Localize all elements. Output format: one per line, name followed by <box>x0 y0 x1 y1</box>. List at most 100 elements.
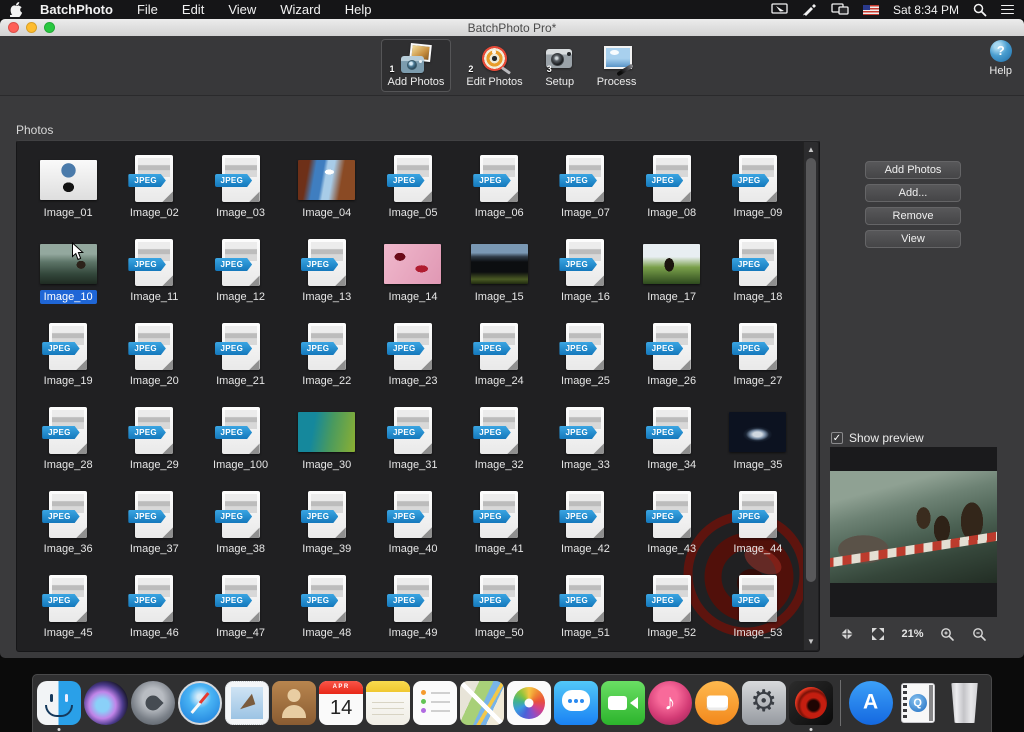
grid-item[interactable]: JPEGImage_41 <box>456 481 542 565</box>
zoom-out-icon[interactable] <box>972 627 987 642</box>
grid-item[interactable]: JPEGImage_18 <box>715 229 801 313</box>
grid-item[interactable]: JPEGImage_12 <box>197 229 283 313</box>
dock-item-quicktime-document[interactable] <box>895 677 940 729</box>
grid-item[interactable]: JPEGImage_27 <box>715 313 801 397</box>
grid-item[interactable]: JPEGImage_20 <box>111 313 197 397</box>
notification-center-icon[interactable] <box>1001 5 1014 15</box>
grid-item[interactable]: JPEGImage_39 <box>284 481 370 565</box>
menu-item-batchphoto[interactable]: BatchPhoto <box>40 2 113 17</box>
menu-item-wizard[interactable]: Wizard <box>280 2 320 17</box>
show-preview-checkbox[interactable]: ✓ <box>831 432 843 444</box>
us-flag-icon[interactable] <box>863 5 879 15</box>
grid-item[interactable]: Image_15 <box>456 229 542 313</box>
grid-item[interactable]: JPEGImage_42 <box>542 481 628 565</box>
grid-item[interactable]: JPEGImage_16 <box>542 229 628 313</box>
grid-item[interactable]: JPEGImage_50 <box>456 565 542 649</box>
vertical-scrollbar[interactable]: ▲ ▼ <box>803 142 818 650</box>
airplay-display-icon[interactable] <box>771 3 788 16</box>
grid-item[interactable]: JPEGImage_34 <box>629 397 715 481</box>
grid-item[interactable]: JPEGImage_40 <box>370 481 456 565</box>
menu-bar-clock[interactable]: Sat 8:34 PM <box>893 3 959 17</box>
grid-item[interactable]: JPEGImage_02 <box>111 145 197 229</box>
grid-item[interactable]: JPEGImage_46 <box>111 565 197 649</box>
grid-item[interactable]: JPEGImage_37 <box>111 481 197 565</box>
toolbar-edit-photos-button[interactable]: 2Edit Photos <box>459 39 529 92</box>
grid-item[interactable]: JPEGImage_52 <box>629 565 715 649</box>
dock-item-safari[interactable] <box>178 677 223 729</box>
add-photos-button[interactable]: Add Photos <box>865 161 961 179</box>
grid-item[interactable]: JPEGImage_08 <box>629 145 715 229</box>
grid-item[interactable]: Image_14 <box>370 229 456 313</box>
dock-item-mail[interactable] <box>225 677 270 729</box>
grid-item[interactable]: JPEGImage_13 <box>284 229 370 313</box>
dock-item-facetime[interactable] <box>600 677 645 729</box>
view-button[interactable]: View <box>865 230 961 248</box>
grid-item[interactable]: JPEGImage_29 <box>111 397 197 481</box>
title-bar[interactable]: BatchPhoto Pro* <box>0 19 1024 36</box>
fit-to-window-icon[interactable] <box>840 627 854 641</box>
grid-item[interactable]: JPEGImage_31 <box>370 397 456 481</box>
grid-item[interactable]: JPEGImage_11 <box>111 229 197 313</box>
grid-item[interactable]: JPEGImage_23 <box>370 313 456 397</box>
menu-item-help[interactable]: Help <box>345 2 372 17</box>
menu-item-file[interactable]: File <box>137 2 158 17</box>
grid-item[interactable]: JPEGImage_51 <box>542 565 628 649</box>
grid-item[interactable]: JPEGImage_43 <box>629 481 715 565</box>
grid-item[interactable]: JPEGImage_05 <box>370 145 456 229</box>
grid-item[interactable]: JPEGImage_32 <box>456 397 542 481</box>
grid-item[interactable]: JPEGImage_09 <box>715 145 801 229</box>
dock-item-system-preferences[interactable] <box>741 677 786 729</box>
dock-item-siri[interactable] <box>84 677 129 729</box>
dock-item-itunes[interactable] <box>647 677 692 729</box>
zoom-in-icon[interactable] <box>940 627 955 642</box>
grid-item[interactable]: JPEGImage_22 <box>284 313 370 397</box>
grid-item[interactable]: JPEGImage_24 <box>456 313 542 397</box>
scroll-down-arrow[interactable]: ▼ <box>804 635 818 649</box>
grid-item[interactable]: JPEGImage_44 <box>715 481 801 565</box>
actual-size-icon[interactable] <box>871 627 885 641</box>
grid-item[interactable]: JPEGImage_48 <box>284 565 370 649</box>
menu-item-edit[interactable]: Edit <box>182 2 204 17</box>
grid-item[interactable]: JPEGImage_25 <box>542 313 628 397</box>
grid-item[interactable]: JPEGImage_100 <box>197 397 283 481</box>
remove-button[interactable]: Remove <box>865 207 961 225</box>
dock-item-messages[interactable] <box>553 677 598 729</box>
grid-item[interactable]: Image_01 <box>25 145 111 229</box>
dock-item-batchphoto[interactable] <box>788 677 833 729</box>
dock-item-maps[interactable] <box>460 677 505 729</box>
scrollbar-thumb[interactable] <box>806 158 816 582</box>
grid-item[interactable]: JPEGImage_03 <box>197 145 283 229</box>
grid-item[interactable]: Image_04 <box>284 145 370 229</box>
dock-item-reminders[interactable] <box>413 677 458 729</box>
apple-menu-icon[interactable] <box>10 3 24 17</box>
displays-icon[interactable] <box>831 3 849 16</box>
grid-item[interactable]: JPEGImage_38 <box>197 481 283 565</box>
grid-item[interactable]: Image_35 <box>715 397 801 481</box>
grid-item[interactable]: JPEGImage_21 <box>197 313 283 397</box>
menu-item-view[interactable]: View <box>228 2 256 17</box>
help-button[interactable]: ? Help <box>989 40 1012 77</box>
grid-item[interactable]: JPEGImage_47 <box>197 565 283 649</box>
dock-item-photos[interactable] <box>507 677 552 729</box>
dock-item-calendar[interactable]: APR14 <box>319 677 364 729</box>
dock-item-finder[interactable] <box>37 677 82 729</box>
dock-item-app-store[interactable] <box>848 677 893 729</box>
grid-item[interactable]: JPEGImage_06 <box>456 145 542 229</box>
grid-item[interactable]: JPEGImage_49 <box>370 565 456 649</box>
spotlight-search-icon[interactable] <box>973 3 987 17</box>
grid-item[interactable]: JPEGImage_33 <box>542 397 628 481</box>
grid-item[interactable]: JPEGImage_53 <box>715 565 801 649</box>
dock-item-notes[interactable] <box>366 677 411 729</box>
toolbar-process-button[interactable]: Process <box>590 39 644 92</box>
grid-item[interactable]: JPEGImage_28 <box>25 397 111 481</box>
dock-item-trash[interactable] <box>942 677 987 729</box>
grid-item[interactable]: JPEGImage_26 <box>629 313 715 397</box>
dock-item-launchpad[interactable] <box>131 677 176 729</box>
toolbar-setup-button[interactable]: 3Setup <box>538 39 582 92</box>
grid-item[interactable]: JPEGImage_36 <box>25 481 111 565</box>
grid-item[interactable]: Image_17 <box>629 229 715 313</box>
scroll-up-arrow[interactable]: ▲ <box>804 143 818 157</box>
grid-item[interactable]: JPEGImage_19 <box>25 313 111 397</box>
dock-item-ibooks[interactable] <box>694 677 739 729</box>
toolbar-add-photos-button[interactable]: 1Add Photos <box>381 39 452 92</box>
